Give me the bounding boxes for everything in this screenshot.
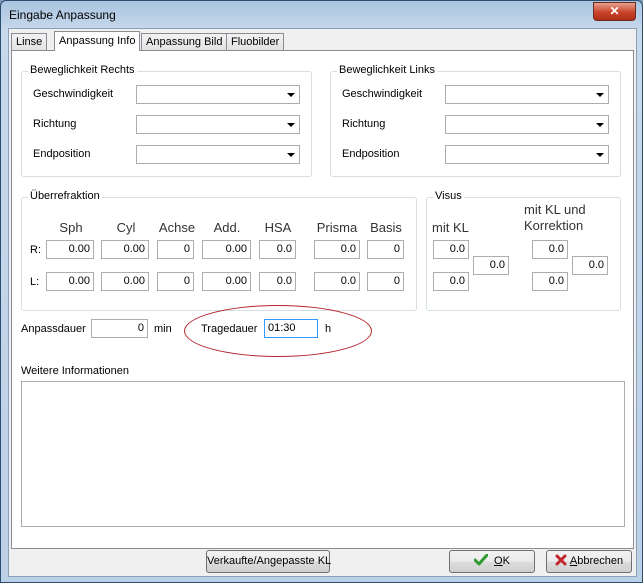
header-basis: Basis [370,220,402,235]
visus-header-with-cl-correction: mit KL und Korrektion [524,202,586,233]
endposition-select-left[interactable] [445,145,609,164]
sph-left-input[interactable]: 0.00 [46,272,94,291]
ok-button[interactable]: OK [449,550,535,573]
chevron-down-icon [287,153,295,157]
chevron-down-icon [596,93,604,97]
tab-panel-anpassung-info: Beweglichkeit Rechts Geschwindigkeit Ric… [11,50,634,549]
header-prisma: Prisma [316,220,358,235]
header-cyl: Cyl [116,220,136,235]
chevron-down-icon [596,153,604,157]
group-title: Überrefraktion [28,190,102,202]
basis-left-input[interactable]: 0 [367,272,404,291]
dialog-window: Eingabe Anpassung ✕ Linse Anpassung Info… [0,0,643,583]
visus-header-with-cl: mit KL [432,220,469,235]
tab-anpassung-info[interactable]: Anpassung Info [54,31,141,51]
info-textarea[interactable] [21,381,625,527]
group-title: Visus [433,190,464,202]
anpassdauer-input[interactable]: 0 [91,319,148,338]
tab-anpassung-bild[interactable]: Anpassung Bild [141,33,228,50]
row-label-left: L: [30,276,40,288]
cancel-label-rest: bbrechen [577,555,624,567]
visus-with-correction-right-input[interactable]: 0.0 [532,240,568,259]
visus-with-correction-both-input[interactable]: 0.0 [572,256,608,275]
chevron-down-icon [287,93,295,97]
visus-with-cl-right-input[interactable]: 0.0 [433,240,469,259]
tragedauer-input[interactable]: 01:30 [264,319,318,338]
cyl-left-input[interactable]: 0.00 [101,272,149,291]
direction-select-right[interactable] [136,115,300,134]
tragedauer-label: Tragedauer [201,323,258,335]
dialog-client: Linse Anpassung Info Anpassung Bild Fluo… [8,28,637,577]
speed-select-left[interactable] [445,85,609,104]
anpassdauer-unit: min [154,323,172,335]
basis-right-input[interactable]: 0 [367,240,404,259]
add-right-input[interactable]: 0.00 [202,240,251,259]
header-sph: Sph [59,220,83,235]
direction-label-right: Richtung [33,118,77,130]
tragedauer-unit: h [325,323,332,335]
prisma-right-input[interactable]: 0.0 [314,240,360,259]
cyl-right-input[interactable]: 0.00 [101,240,149,259]
group-title: Beweglichkeit Links [337,64,437,76]
prisma-left-input[interactable]: 0.0 [314,272,360,291]
sold-lenses-button[interactable]: Verkaufte/Angepasste KL [206,550,331,573]
hsa-left-input[interactable]: 0.0 [259,272,296,291]
chevron-down-icon [596,123,604,127]
speed-select-right[interactable] [136,85,300,104]
group-visus: Visus mit KL mit KL und Korrektion 0.0 0… [426,190,621,311]
info-label: Weitere Informationen [21,365,130,377]
anpassdauer-label: Anpassdauer [21,323,86,335]
close-icon [555,554,567,566]
group-title: Beweglichkeit Rechts [28,64,137,76]
check-icon [474,554,489,566]
speed-label-right: Geschwindigkeit [33,88,114,100]
ok-label-underlined: O [494,555,503,567]
group-mobility-right: Beweglichkeit Rechts Geschwindigkeit Ric… [21,64,312,177]
cancel-button[interactable]: Abbrechen [546,550,632,573]
achse-right-input[interactable]: 0 [157,240,194,259]
tab-linse[interactable]: Linse [11,33,48,50]
direction-label-left: Richtung [342,118,386,130]
speed-label-left: Geschwindigkeit [342,88,423,100]
sph-right-input[interactable]: 0.00 [46,240,94,259]
group-mobility-left: Beweglichkeit Links Geschwindigkeit Rich… [330,64,621,177]
direction-select-left[interactable] [445,115,609,134]
endposition-select-right[interactable] [136,145,300,164]
hsa-right-input[interactable]: 0.0 [259,240,296,259]
close-button[interactable]: ✕ [593,2,636,21]
visus-with-cl-left-input[interactable]: 0.0 [433,272,469,291]
endposition-label-right: Endposition [33,148,91,160]
achse-left-input[interactable]: 0 [157,272,194,291]
header-achse: Achse [158,220,196,235]
add-left-input[interactable]: 0.00 [202,272,251,291]
header-add: Add. [213,220,241,235]
group-refraction: Überrefraktion Sph Cyl Achse Add. HSA Pr… [21,190,417,311]
visus-with-cl-both-input[interactable]: 0.0 [473,256,509,275]
chevron-down-icon [287,123,295,127]
ok-label-rest: K [502,555,510,567]
tab-fluobilder[interactable]: Fluobilder [226,33,285,50]
header-hsa: HSA [264,220,292,235]
endposition-label-left: Endposition [342,148,400,160]
row-label-right: R: [30,244,41,256]
title-bar[interactable]: Eingabe Anpassung ✕ [1,1,642,27]
window-title: Eingabe Anpassung [9,8,116,22]
visus-with-correction-left-input[interactable]: 0.0 [532,272,568,291]
